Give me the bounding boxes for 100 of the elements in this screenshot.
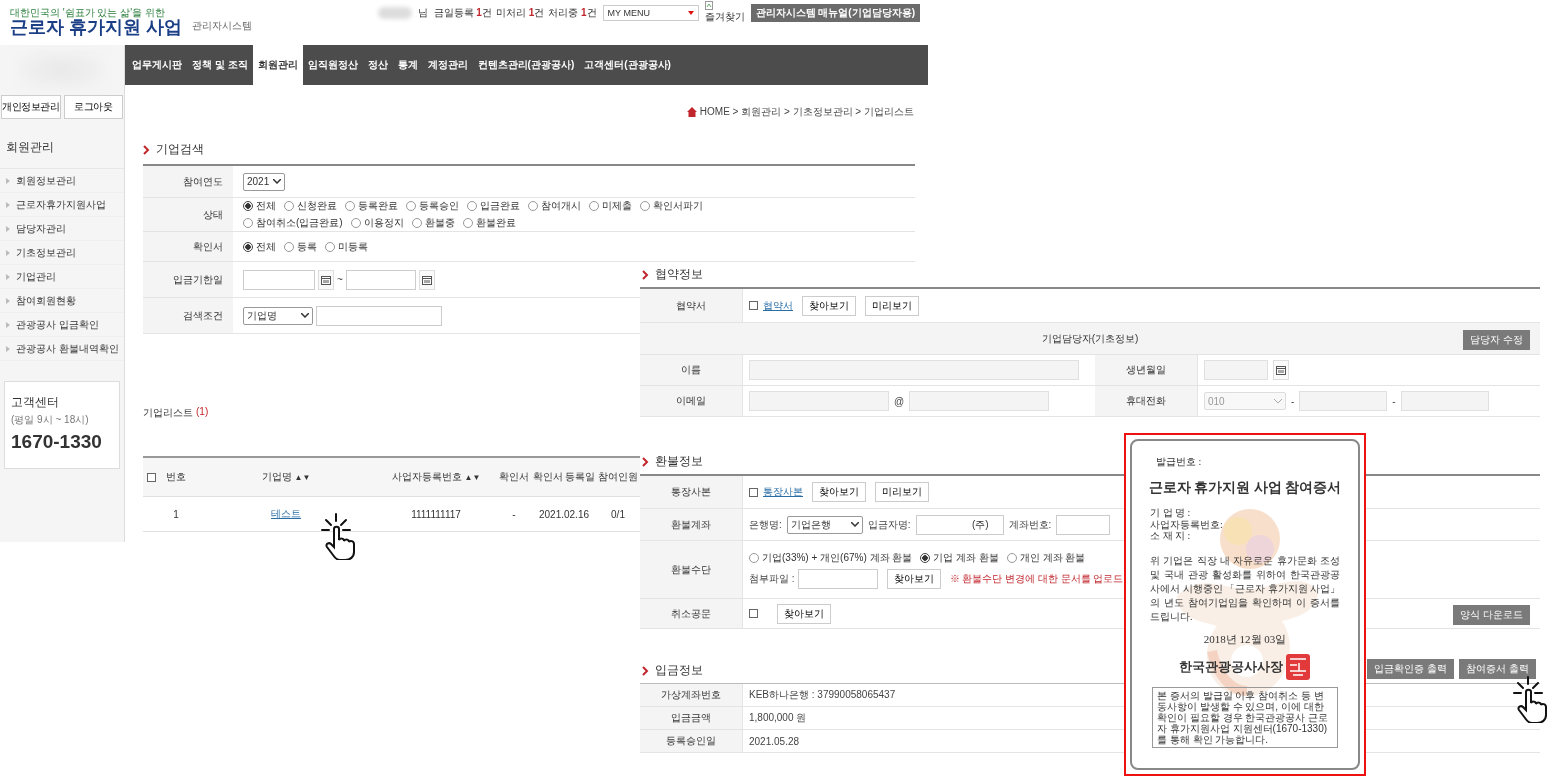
my-menu-select[interactable]: MY MENU (602, 4, 699, 21)
file-button[interactable]: 찾아보기 (812, 482, 866, 502)
refund-method-radio[interactable]: 기업(33%) + 개인(67%) 계좌 환불 (749, 550, 913, 565)
field-label: 등록승인일 (640, 730, 743, 752)
sidebar-item[interactable]: 담당자관리 (0, 217, 124, 241)
checkbox[interactable] (749, 301, 758, 310)
checkbox[interactable] (749, 609, 758, 618)
file-link[interactable]: 협약서 (763, 298, 793, 313)
range-separator: ~ (337, 274, 343, 285)
confirm-radio[interactable]: 전체 (243, 239, 276, 254)
search-field[interactable] (316, 305, 442, 326)
status-radio[interactable]: 환불중 (411, 216, 455, 230)
depositor-label: 입금자명: (867, 517, 911, 532)
checkbox[interactable] (147, 472, 156, 482)
nav-tab[interactable]: 통계 (392, 45, 423, 85)
status-radio[interactable]: 환불완료 (462, 216, 516, 230)
caret-icon (301, 313, 309, 318)
list-title: 기업리스트 (143, 406, 193, 420)
signer: 한국관광공사사장 (1179, 657, 1283, 676)
status-radio[interactable]: 확인서파기 (640, 199, 703, 213)
sidebar-item[interactable]: 기업관리 (0, 265, 124, 289)
sidebar-item[interactable]: 기초정보관리 (0, 241, 124, 265)
bank-label: 은행명: (749, 517, 782, 532)
file-button[interactable]: 미리보기 (875, 482, 929, 502)
name-field[interactable] (749, 360, 1079, 380)
status-radio[interactable]: 미제출 (589, 199, 632, 213)
table-cell-text: 0/1 (610, 508, 626, 520)
sidebar-item[interactable]: 회원정보관리 (0, 169, 124, 193)
checkbox[interactable] (749, 487, 758, 497)
birth-date-field[interactable] (1204, 360, 1268, 380)
status-radio[interactable]: 전체 (243, 199, 276, 213)
print-button[interactable]: 입금확인증 출력 (1367, 659, 1455, 679)
email-field[interactable] (749, 391, 889, 411)
column-header: 사업자등록번호 ▲▼ (390, 470, 482, 484)
status-radio[interactable]: 신청완료 (284, 199, 337, 213)
sidebar-button[interactable]: 개인정보관리 (1, 95, 61, 119)
calendar-button[interactable] (318, 269, 334, 290)
email-domain-field[interactable] (909, 391, 1050, 411)
sidebar-item[interactable]: 근로자휴가지원사업 (0, 193, 124, 217)
status-radio[interactable]: 등록완료 (345, 199, 398, 213)
file-button[interactable]: 찾아보기 (777, 603, 831, 624)
condition-select[interactable]: 기업명 (243, 306, 313, 325)
field-value: 1,800,000 원 (749, 711, 807, 725)
sidebar-item[interactable]: 참여회원현황 (0, 289, 124, 313)
file-button[interactable]: 미리보기 (865, 295, 919, 316)
nav-tab[interactable]: 계정관리 (422, 45, 473, 85)
bullet-icon (6, 321, 10, 328)
print-button[interactable]: 참여증서 출력 (1459, 659, 1536, 679)
bullet-icon (6, 225, 10, 232)
status-radio[interactable]: 등록승인 (406, 199, 459, 213)
manual-button[interactable]: 관리자시스템 매뉴얼(기업담당자용) (750, 3, 920, 22)
nav-tab[interactable]: 컨텐츠관리(관광공사) (472, 45, 580, 85)
phone-field[interactable] (1400, 391, 1489, 411)
nav-tab[interactable]: 정산 (362, 45, 393, 85)
dash: - (1291, 395, 1295, 407)
bank-select[interactable]: 기업은행 (786, 515, 863, 534)
attachment-label: 첨부파일 : (749, 571, 795, 586)
upload-notice: ※ 환불수단 변경에 대한 문서를 업로드 (949, 571, 1124, 586)
download-form-button[interactable]: 양식 다운로드 (1453, 605, 1530, 625)
account-field[interactable] (1056, 514, 1111, 535)
table-cell-text: 1111111117 (410, 508, 462, 520)
file-button[interactable]: 찾아보기 (802, 295, 856, 316)
edit-contact-button[interactable]: 담당자 수정 (1463, 330, 1530, 350)
file-link[interactable]: 통장사본 (763, 485, 803, 499)
nav-tab[interactable]: 임직원정산 (302, 45, 363, 85)
date-field[interactable] (345, 269, 416, 290)
sidebar-item[interactable]: 관광공사 환불내역확인 (0, 337, 124, 361)
calendar-button[interactable] (418, 269, 435, 290)
phone-field[interactable] (1299, 391, 1388, 411)
system-label: 관리자시스템 (192, 18, 252, 33)
help-phone: 1670-1330 (11, 431, 103, 453)
sidebar-button[interactable]: 로그아웃 (63, 95, 123, 119)
date-field[interactable] (243, 269, 315, 290)
confirm-radio[interactable]: 등록 (284, 239, 317, 254)
logo-tagline: 대한민국의 '쉼표가 있는 삶'을 위한 (10, 7, 165, 18)
sidebar-item[interactable]: 관광공사 입금확인 (0, 313, 124, 337)
calendar-button[interactable] (1273, 360, 1289, 380)
attachment-field[interactable] (797, 568, 878, 589)
certificate-title: 근로자 휴가지원 사업 참여증서 (1147, 479, 1343, 497)
table-cell-text: - (511, 508, 517, 520)
company-link[interactable]: 테스트 (196, 507, 376, 521)
refund-method-radio[interactable]: 개인 계좌 환불 (1006, 550, 1086, 565)
favorites-link[interactable]: 즐겨찾기 (704, 10, 745, 24)
breadcrumb: HOME > 회원관리 > 기초정보관리 > 기업리스트 (699, 105, 914, 119)
year-select[interactable]: 2021 (243, 172, 286, 191)
status-radio[interactable]: 참여개시 (528, 199, 581, 213)
depositor-field[interactable]: (주) (915, 514, 1004, 535)
field-label: 가상계좌번호 (640, 684, 743, 706)
refund-method-radio[interactable]: 기업 계좌 환불 (920, 550, 999, 565)
file-button[interactable]: 찾아보기 (886, 568, 941, 589)
status-radio[interactable]: 이용정지 (350, 216, 404, 230)
status-radio[interactable]: 참여취소(입금완료) (243, 216, 343, 230)
nav-tab[interactable]: 정책 및 조직 (187, 45, 253, 85)
status-radio[interactable]: 입금완료 (467, 199, 520, 213)
issue-date: 2018년 12월 03일 (1202, 631, 1288, 647)
nav-tab[interactable]: 고객센터(관광공사) (579, 45, 676, 85)
chevron-icon (642, 665, 649, 676)
nav-tab[interactable]: 회원관리 (252, 45, 303, 85)
confirm-radio[interactable]: 미등록 (325, 239, 368, 254)
nav-tab[interactable]: 업무게시판 (127, 45, 187, 85)
